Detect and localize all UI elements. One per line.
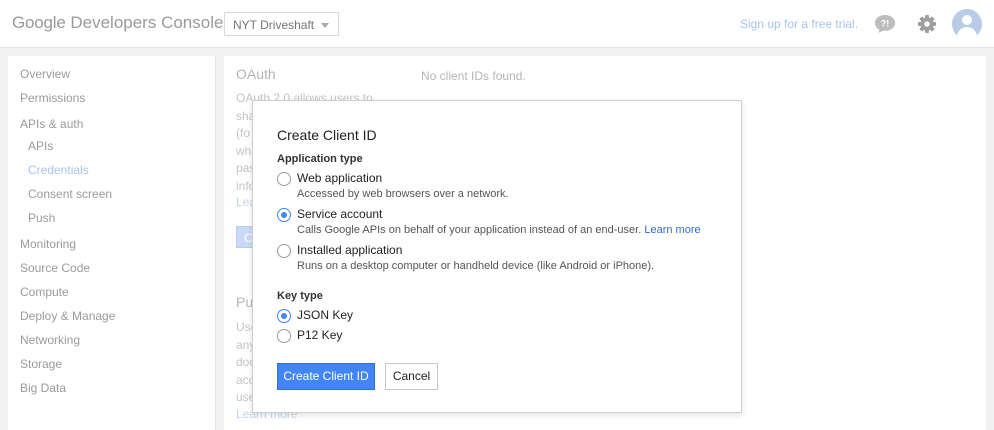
sidebar-item-monitoring[interactable]: Monitoring <box>20 237 76 251</box>
installed-application-radio[interactable] <box>277 244 291 258</box>
create-client-id-button[interactable]: Create Client ID <box>277 363 375 390</box>
sidebar-item-push[interactable]: Push <box>28 211 55 225</box>
service-account-label[interactable]: Service account <box>297 207 382 221</box>
cancel-button[interactable]: Cancel <box>385 363 438 390</box>
sidebar: Overview Permissions APIs & auth APIs Cr… <box>8 56 216 430</box>
sidebar-item-overview[interactable]: Overview <box>20 67 70 81</box>
feedback-icon[interactable]: ?! <box>874 14 896 34</box>
service-account-learn-more-link[interactable]: Learn more <box>644 224 700 236</box>
chevron-down-icon <box>321 23 329 28</box>
service-account-radio[interactable] <box>277 208 291 222</box>
public-api-section-title: Pu <box>236 294 254 310</box>
google-developers-console-logo[interactable]: Google Developers Console <box>12 13 223 33</box>
svg-text:?!: ?! <box>881 19 890 29</box>
installed-application-label[interactable]: Installed application <box>297 243 402 257</box>
free-trial-link[interactable]: Sign up for a free trial. <box>740 17 858 31</box>
web-application-label[interactable]: Web application <box>297 171 382 185</box>
project-name: NYT Driveshaft <box>233 18 315 32</box>
logo-product: Developers Console <box>70 13 224 32</box>
sidebar-item-big-data[interactable]: Big Data <box>20 381 66 395</box>
sidebar-item-credentials[interactable]: Credentials <box>28 163 89 177</box>
sidebar-item-deploy-manage[interactable]: Deploy & Manage <box>20 309 115 323</box>
installed-application-description: Runs on a desktop computer or handheld d… <box>297 260 655 272</box>
sidebar-item-compute[interactable]: Compute <box>20 285 69 299</box>
no-client-ids-message: No client IDs found. <box>421 69 526 83</box>
create-client-id-dialog: Create Client ID Application type Web ap… <box>252 100 742 413</box>
application-type-label: Application type <box>277 153 363 165</box>
key-type-label: Key type <box>277 290 323 302</box>
sidebar-item-consent-screen[interactable]: Consent screen <box>28 187 112 201</box>
web-application-description: Accessed by web browsers over a network. <box>297 188 509 200</box>
oauth-section-title: OAuth <box>236 66 276 82</box>
sidebar-item-networking[interactable]: Networking <box>20 333 80 347</box>
json-key-label[interactable]: JSON Key <box>297 308 353 322</box>
p12-key-radio[interactable] <box>277 329 291 343</box>
sidebar-item-apis-auth[interactable]: APIs & auth <box>20 117 83 131</box>
gear-icon[interactable] <box>917 14 937 34</box>
sidebar-item-permissions[interactable]: Permissions <box>20 91 85 105</box>
service-account-description: Calls Google APIs on behalf of your appl… <box>297 224 701 236</box>
avatar-head <box>962 15 972 25</box>
dialog-title: Create Client ID <box>277 127 377 143</box>
sidebar-item-storage[interactable]: Storage <box>20 357 62 371</box>
avatar-body <box>957 27 977 39</box>
service-account-description-text: Calls Google APIs on behalf of your appl… <box>297 224 645 236</box>
top-bar: Google Developers Console NYT Driveshaft… <box>0 0 994 48</box>
p12-key-label[interactable]: P12 Key <box>297 328 342 342</box>
avatar[interactable] <box>952 9 982 39</box>
project-selector[interactable]: NYT Driveshaft <box>224 12 339 36</box>
sidebar-item-source-code[interactable]: Source Code <box>20 261 90 275</box>
json-key-radio[interactable] <box>277 309 291 323</box>
sidebar-item-apis[interactable]: APIs <box>28 139 53 153</box>
web-application-radio[interactable] <box>277 172 291 186</box>
logo-google: Google <box>12 13 66 32</box>
